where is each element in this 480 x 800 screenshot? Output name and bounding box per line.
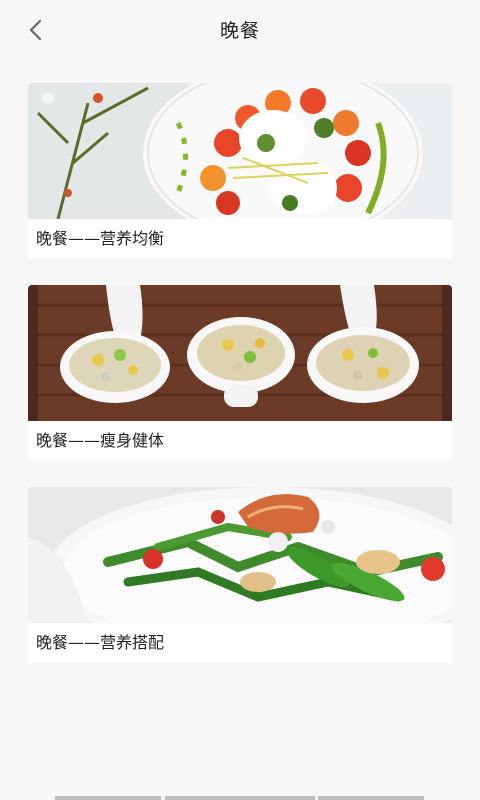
page-title: 晚餐	[219, 20, 260, 42]
spoon-salads-photo	[28, 285, 452, 421]
meal-card-label: 晚餐——营养搭配	[28, 623, 452, 663]
caprese-plate-photo	[28, 83, 452, 219]
header-bar: 晚餐	[0, 0, 480, 60]
bottom-tab-indicator	[165, 796, 315, 800]
meal-card-3[interactable]: 晚餐——营养搭配	[28, 487, 452, 663]
meal-card-label: 晚餐——瘦身健体	[28, 421, 452, 461]
meal-card-1[interactable]: 晚餐——营养均衡	[28, 83, 452, 259]
meal-card-2[interactable]: 晚餐——瘦身健体	[28, 285, 452, 461]
meal-card-label: 晚餐——营养均衡	[28, 219, 452, 259]
bottom-tab-indicator	[55, 796, 161, 800]
green-salad-photo	[28, 487, 452, 623]
bottom-tab-indicator	[318, 796, 424, 800]
